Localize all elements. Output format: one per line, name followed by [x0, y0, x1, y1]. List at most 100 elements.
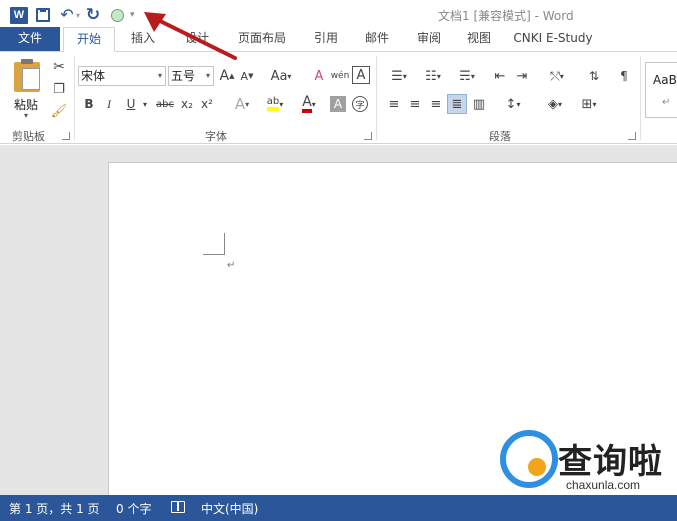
customize-qat-icon[interactable]: ▾ — [130, 10, 135, 20]
font-launcher-icon[interactable] — [364, 132, 372, 140]
increase-indent-icon[interactable]: ⇥ — [512, 66, 532, 86]
watermark-logo-icon — [500, 430, 558, 488]
font-group-label: 字体 — [205, 130, 227, 143]
enclose-char-button[interactable]: 字 — [352, 96, 368, 112]
distributed-icon[interactable]: ▥ — [469, 94, 489, 114]
phonetic-guide-button[interactable]: wén — [330, 66, 350, 86]
paragraph-mark-icon: ↵ — [662, 97, 671, 108]
page-count[interactable]: 第 1 页，共 1 页 — [9, 500, 100, 517]
style-preview: AaBl — [653, 73, 677, 87]
word-logo: W — [10, 6, 28, 24]
decrease-indent-icon[interactable]: ⇤ — [490, 66, 510, 86]
paragraph-group-label: 段落 — [489, 130, 511, 143]
chinese-layout-button[interactable]: ⤲ ▾ — [542, 66, 572, 86]
clipboard-group-label: 剪贴板 — [12, 130, 45, 143]
sort-icon[interactable]: ⇅ — [584, 66, 604, 86]
tab-review[interactable]: 审阅 — [403, 27, 455, 51]
font-name-combo[interactable]: 宋体 ▾ — [78, 66, 166, 86]
undo-button[interactable]: ↶ — [56, 5, 78, 25]
paste-dropdown-icon: ▾ — [24, 111, 29, 120]
grow-font-icon: A — [219, 68, 230, 84]
chevron-down-icon: ▾ — [157, 71, 162, 80]
shading-button[interactable]: ◈ ▾ — [540, 94, 570, 114]
tab-home[interactable]: 开始 — [63, 27, 115, 52]
strikethrough-button[interactable]: abc — [154, 94, 176, 114]
tab-view[interactable]: 视图 — [455, 27, 503, 51]
borders-icon: ⊞ — [581, 96, 593, 112]
clear-format-icon: A — [314, 68, 324, 84]
numbering-icon: ☷ — [425, 68, 437, 84]
tab-mailings[interactable]: 邮件 — [351, 27, 403, 51]
word-count[interactable]: 0 个字 — [116, 500, 151, 517]
underline-dropdown-icon[interactable]: ▾ — [140, 94, 150, 114]
bullets-button[interactable]: ☰ ▾ — [384, 66, 414, 86]
quick-access-toolbar: W ↶ ▾ ↻ ▾ — [8, 5, 135, 25]
line-spacing-icon: ↕ — [505, 96, 517, 112]
font-color-button[interactable]: A ▾ — [294, 94, 324, 114]
shrink-font-icon: A — [240, 69, 249, 83]
tab-cnki[interactable]: CNKI E-Study — [503, 27, 603, 51]
undo-dropdown-icon[interactable]: ▾ — [76, 11, 80, 20]
align-left-icon[interactable]: ≡ — [384, 94, 404, 114]
tab-file[interactable]: 文件 — [0, 27, 60, 51]
subscript-button[interactable]: x₂ — [178, 94, 196, 114]
window-title: 文档1 [兼容模式] - Word — [438, 9, 574, 23]
clear-format-button[interactable]: A — [310, 66, 328, 86]
copy-icon[interactable]: ❐ — [50, 80, 68, 98]
italic-button[interactable]: I — [100, 94, 118, 114]
bullets-icon: ☰ — [391, 68, 403, 84]
justify-icon[interactable]: ≣ — [447, 94, 467, 114]
font-color-icon: A — [302, 95, 312, 113]
grow-font-button[interactable]: A ▲ — [218, 66, 236, 86]
font-size-value: 五号 — [171, 69, 196, 83]
undo-icon: ↶ — [60, 5, 74, 24]
paragraph-launcher-icon[interactable] — [628, 132, 636, 140]
cut-icon[interactable]: ✂ — [50, 58, 68, 76]
annotation-arrow — [144, 12, 237, 60]
chevron-down-icon: ▾ — [205, 71, 210, 80]
font-size-combo[interactable]: 五号 ▾ — [168, 66, 214, 86]
circle-button[interactable] — [106, 5, 128, 25]
tab-references[interactable]: 引用 — [301, 27, 351, 51]
multilevel-list-button[interactable]: ☴ ▾ — [452, 66, 482, 86]
shrink-font-button[interactable]: A ▼ — [238, 66, 256, 86]
watermark-url: chaxunla.com — [566, 478, 641, 492]
clipboard-launcher-icon[interactable] — [62, 132, 70, 140]
line-spacing-button[interactable]: ↕ ▾ — [498, 94, 528, 114]
align-center-icon[interactable]: ≡ — [405, 94, 425, 114]
numbering-button[interactable]: ☷ ▾ — [418, 66, 448, 86]
char-border-button[interactable]: A — [352, 66, 370, 84]
paste-button[interactable]: 粘贴 ▾ — [8, 56, 48, 122]
char-shading-button[interactable]: A — [330, 96, 346, 112]
font-name-value: 宋体 — [81, 69, 106, 83]
save-icon — [36, 8, 50, 22]
group-separator — [376, 56, 377, 140]
text-effects-button[interactable]: A ▾ — [228, 94, 256, 114]
save-button[interactable] — [32, 5, 54, 25]
redo-button[interactable]: ↻ — [82, 5, 104, 25]
chinese-layout-icon: ⤲ — [550, 68, 560, 83]
proofing-icon[interactable] — [171, 501, 185, 513]
paragraph-mark: ↵ — [227, 260, 236, 271]
ribbon-tabs: 文件 开始 插入 设计 页面布局 引用 邮件 审阅 视图 CNKI E-Stud… — [0, 27, 677, 52]
styles-gallery[interactable]: AaBl ↵ — [645, 62, 677, 118]
highlight-button[interactable]: ab ▾ — [260, 94, 290, 114]
multilevel-list-icon: ☴ — [459, 68, 471, 84]
change-case-button[interactable]: Aa ▾ — [266, 66, 296, 86]
phonetic-guide-icon: wén — [330, 71, 350, 81]
bold-button[interactable]: B — [80, 94, 98, 114]
circle-icon — [110, 8, 124, 22]
superscript-button[interactable]: x² — [198, 94, 216, 114]
highlight-icon: ab — [266, 97, 280, 111]
show-marks-icon[interactable]: ¶ — [614, 66, 634, 86]
align-right-icon[interactable]: ≡ — [426, 94, 446, 114]
group-separator — [640, 56, 641, 140]
redo-icon: ↻ — [85, 4, 101, 25]
format-painter-icon[interactable]: 🖌 — [50, 102, 68, 120]
watermark-text: 查询啦 — [558, 442, 663, 482]
language-indicator[interactable]: 中文(中国) — [201, 500, 258, 517]
word-logo-icon[interactable]: W — [8, 5, 30, 25]
borders-button[interactable]: ⊞ ▾ — [574, 94, 604, 114]
paste-icon — [14, 59, 40, 92]
underline-button[interactable]: U — [122, 94, 140, 114]
